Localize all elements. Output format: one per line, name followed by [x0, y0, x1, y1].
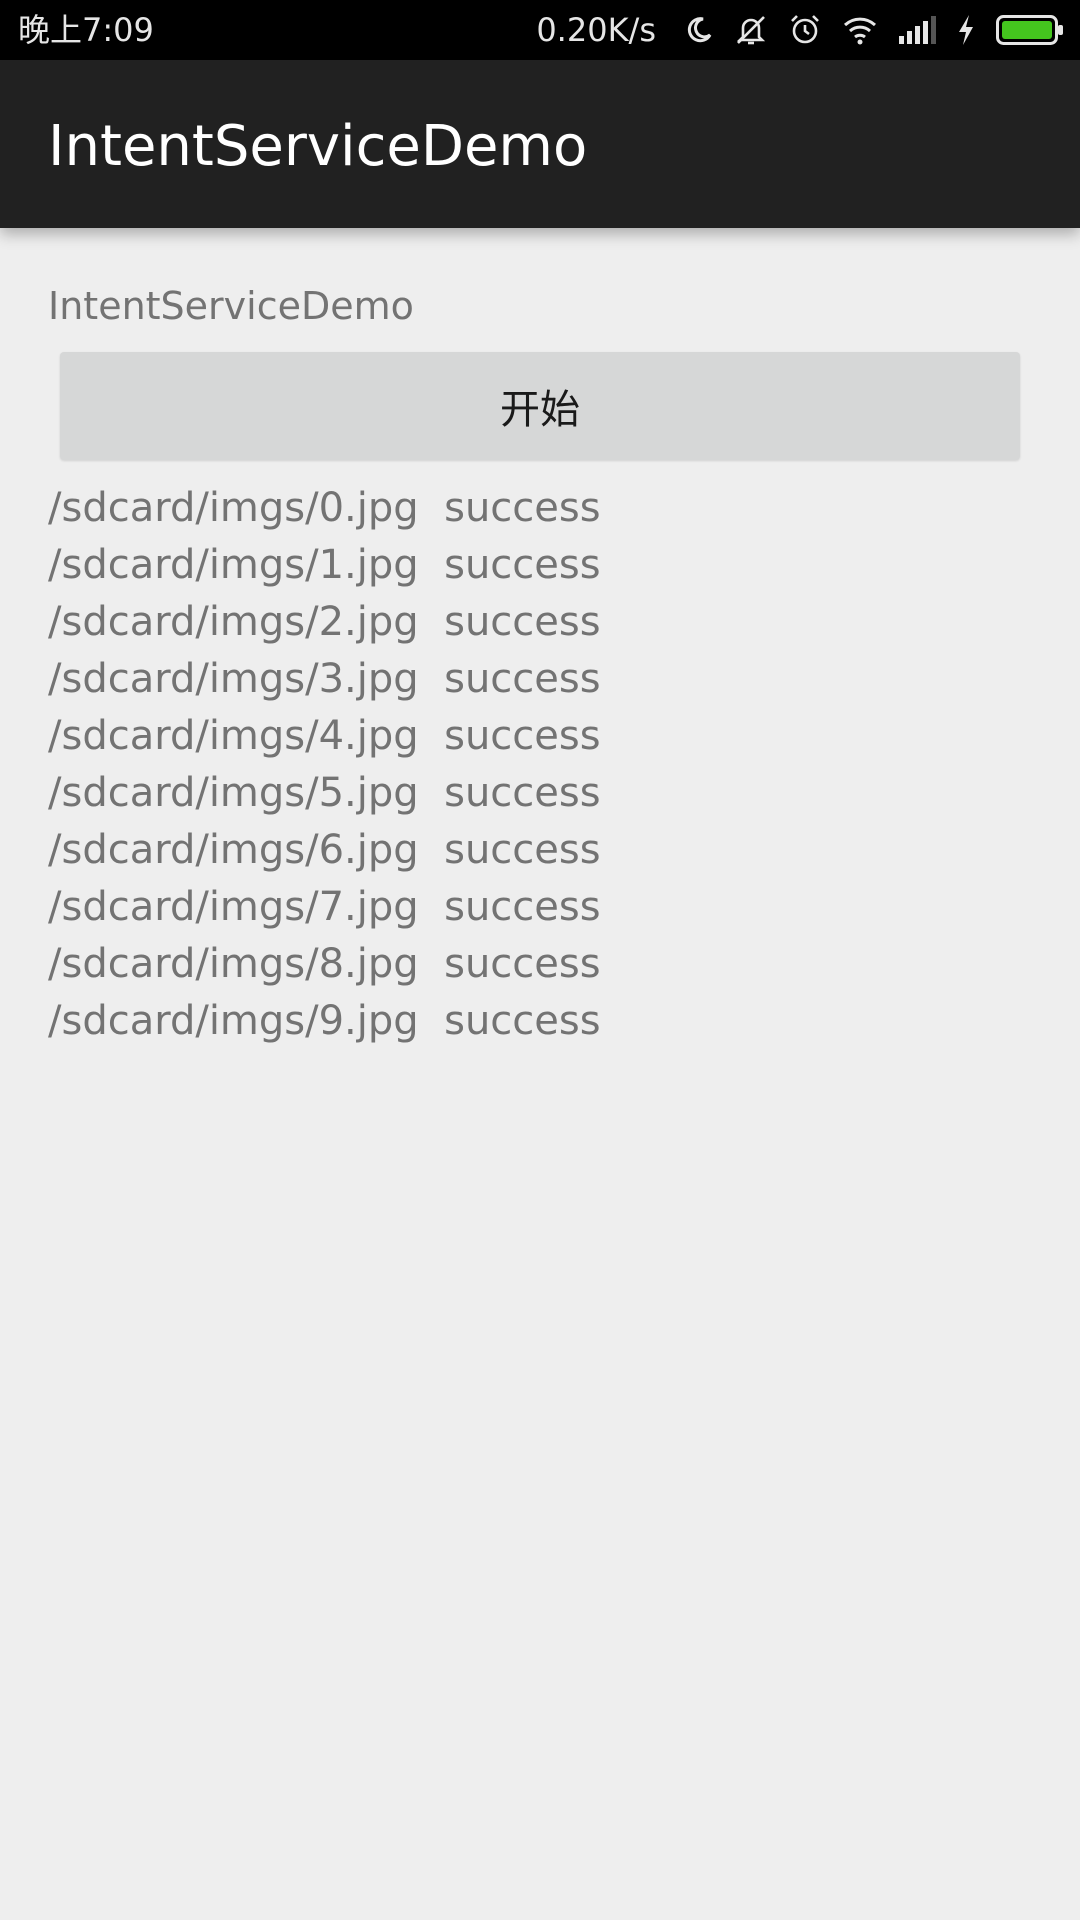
status-bar: 晚上7:09 0.20K/s	[0, 0, 1080, 60]
battery-icon	[996, 15, 1063, 45]
result-path: /sdcard/imgs/5.jpg	[48, 770, 419, 816]
result-path: /sdcard/imgs/3.jpg	[48, 656, 419, 702]
result-row: /sdcard/imgs/5.jpg success	[48, 765, 601, 822]
result-status: success	[444, 656, 601, 702]
result-status: success	[444, 599, 601, 645]
result-status: success	[444, 542, 601, 588]
status-time: 晚上7:09	[18, 11, 154, 49]
result-status: success	[444, 941, 601, 987]
result-row: /sdcard/imgs/1.jpg success	[48, 537, 601, 594]
status-icons: 0.20K/s	[536, 0, 1064, 60]
signal-icon	[899, 16, 936, 44]
result-path: /sdcard/imgs/1.jpg	[48, 542, 419, 588]
charging-icon	[959, 15, 973, 45]
result-path: /sdcard/imgs/8.jpg	[48, 941, 419, 987]
result-status: success	[444, 998, 601, 1044]
result-row: /sdcard/imgs/3.jpg success	[48, 651, 601, 708]
result-path: /sdcard/imgs/2.jpg	[48, 599, 419, 645]
result-path: /sdcard/imgs/4.jpg	[48, 713, 419, 759]
result-status: success	[444, 827, 601, 873]
moon-icon	[687, 17, 712, 43]
result-path: /sdcard/imgs/0.jpg	[48, 485, 419, 531]
result-path: /sdcard/imgs/6.jpg	[48, 827, 419, 873]
result-list: /sdcard/imgs/0.jpg success /sdcard/imgs/…	[48, 480, 601, 1050]
app-title: IntentServiceDemo	[48, 114, 588, 179]
result-row: /sdcard/imgs/2.jpg success	[48, 594, 601, 651]
result-status: success	[444, 884, 601, 930]
result-status: success	[444, 713, 601, 759]
network-speed: 0.20K/s	[536, 11, 656, 49]
result-row: /sdcard/imgs/6.jpg success	[48, 822, 601, 879]
result-row: /sdcard/imgs/0.jpg success	[48, 480, 601, 537]
mute-icon	[736, 16, 766, 45]
result-status: success	[444, 770, 601, 816]
start-button[interactable]: 开始	[60, 352, 1020, 460]
alarm-icon	[791, 15, 819, 44]
result-row: /sdcard/imgs/4.jpg success	[48, 708, 601, 765]
result-row: /sdcard/imgs/9.jpg success	[48, 993, 601, 1050]
app-bar: IntentServiceDemo	[0, 60, 1080, 228]
result-path: /sdcard/imgs/9.jpg	[48, 998, 419, 1044]
result-path: /sdcard/imgs/7.jpg	[48, 884, 419, 930]
result-row: /sdcard/imgs/8.jpg success	[48, 936, 601, 993]
result-row: /sdcard/imgs/7.jpg success	[48, 879, 601, 936]
result-status: success	[444, 485, 601, 531]
header-label: IntentServiceDemo	[48, 284, 414, 328]
wifi-icon	[843, 17, 877, 45]
